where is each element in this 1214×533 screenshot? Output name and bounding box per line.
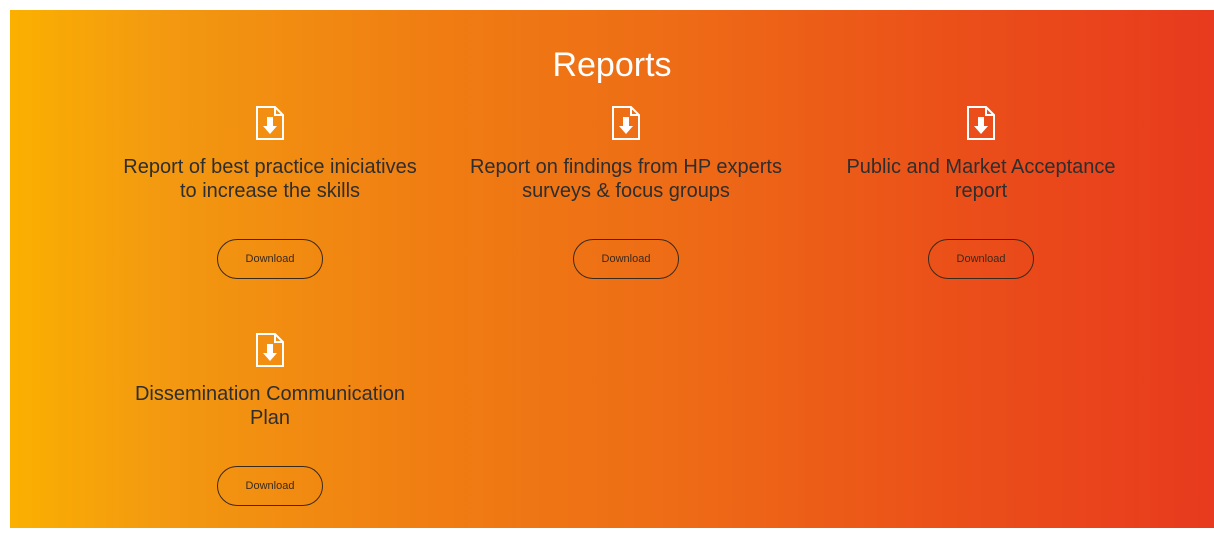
report-card: Dissemination Communication Plan Downloa… [100,333,440,533]
report-card: Public and Market Acceptance report Down… [811,106,1151,306]
report-title: Report of best practice iniciatives to i… [100,155,440,203]
download-button[interactable]: Download [573,239,679,279]
report-title-line: to increase the skills [179,180,361,202]
reports-section: Reports Report of best practice iniciati… [10,10,1214,528]
file-download-icon [612,106,640,140]
report-title-line: Report of best practice iniciatives [123,156,417,178]
download-button[interactable]: Download [217,466,323,506]
report-title-line: Dissemination Communication [134,383,406,405]
report-title-line: Public and Market Acceptance [846,156,1116,178]
section-title: Reports [552,46,672,84]
file-download-icon [256,106,284,140]
report-title: Public and Market Acceptance report [811,155,1151,203]
download-button[interactable]: Download [217,239,323,279]
report-title: Report on findings from HP experts surve… [456,155,796,203]
download-button[interactable]: Download [928,239,1034,279]
report-title-line: Plan [249,407,291,429]
file-download-icon [967,106,995,140]
report-card: Report on findings from HP experts surve… [456,106,796,306]
file-download-icon [256,333,284,367]
report-card: Report of best practice iniciatives to i… [100,106,440,306]
report-title-line: surveys & focus groups [522,180,730,202]
report-title-line: Report on findings from HP experts [469,156,782,178]
report-title: Dissemination Communication Plan [100,382,440,430]
report-title-line: report [954,180,1008,202]
